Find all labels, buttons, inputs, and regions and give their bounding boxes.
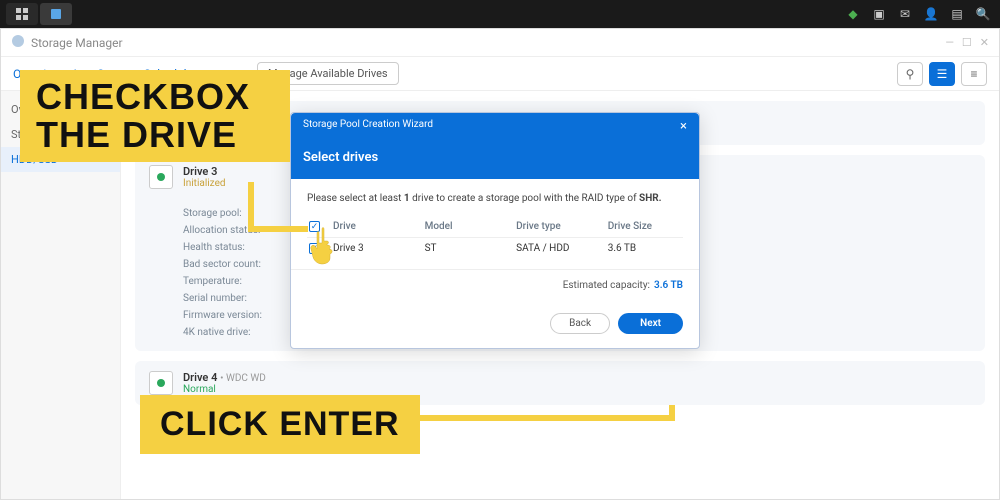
storage-pool-wizard-modal: Storage Pool Creation Wizard × Select dr… [290,112,700,349]
app-icon [11,34,25,51]
drive-status: Initialized [183,178,226,189]
tray-user-icon[interactable]: 👤 [920,4,942,24]
estimated-capacity-label: Estimated capacity: [563,280,650,291]
annotation-connector [400,415,675,421]
drive-name: Drive 4 • WDC WD [183,371,266,384]
cell-type: SATA / HDD [516,243,608,254]
pointer-hand-icon [308,225,342,269]
drive-icon [149,165,173,189]
tray-widget-icon[interactable]: ▣ [868,4,890,24]
taskbar-app-grid[interactable] [6,3,38,25]
wizard-instruction: Please select at least 1 drive to create… [307,193,683,204]
annotation-connector [248,226,308,232]
annotation-checkbox-drive: CHECKBOX THE DRIVE [20,70,290,162]
drive-table-row[interactable]: ✓ Drive 3 ST SATA / HDD 3.6 TB [307,238,683,259]
window-title-text: Storage Manager [31,36,123,50]
modal-footer: Estimated capacity: 3.6 TB [291,269,699,305]
back-button[interactable]: Back [550,313,610,334]
view-grid-icon[interactable]: ≡ [961,62,987,86]
tray-search-icon[interactable]: 🔍 [972,4,994,24]
col-type: Drive type [516,221,608,232]
modal-title: Storage Pool Creation Wizard [303,119,433,134]
next-button[interactable]: Next [618,313,683,334]
modal-titlebar: Storage Pool Creation Wizard × [291,113,699,140]
cell-drive: Drive 3 [333,243,425,254]
filter-icon[interactable]: ⚲ [897,62,923,86]
col-size: Drive Size [608,221,681,232]
cell-size: 3.6 TB [608,243,681,254]
drive-table-header: ✓ Drive Model Drive type Drive Size [307,216,683,238]
window-titlebar: Storage Manager — ☐ ✕ [1,29,999,57]
tray-chat-icon[interactable]: ✉ [894,4,916,24]
tray-panel-icon[interactable]: ▤ [946,4,968,24]
col-drive: Drive [333,221,425,232]
os-taskbar: ◆ ▣ ✉ 👤 ▤ 🔍 [0,0,1000,28]
modal-close-icon[interactable]: × [680,119,687,134]
annotation-click-enter: CLICK ENTER [140,395,420,454]
drive-status: Normal [183,384,266,395]
col-model: Model [425,221,517,232]
view-list-icon[interactable]: ☰ [929,62,955,86]
estimated-capacity-value: 3.6 TB [654,280,683,291]
tray-notification-icon[interactable]: ◆ [842,4,864,24]
taskbar-storage-manager[interactable] [40,3,72,25]
modal-subtitle: Select drives [291,140,699,179]
drive-name: Drive 3 [183,165,226,178]
annotation-connector [248,182,254,232]
drive-icon [149,371,173,395]
window-minimize-icon[interactable]: — [945,36,954,49]
cell-model: ST [425,243,517,254]
window-maximize-icon[interactable]: ☐ [962,36,972,49]
annotation-connector [669,405,675,421]
window-close-icon[interactable]: ✕ [980,36,989,49]
